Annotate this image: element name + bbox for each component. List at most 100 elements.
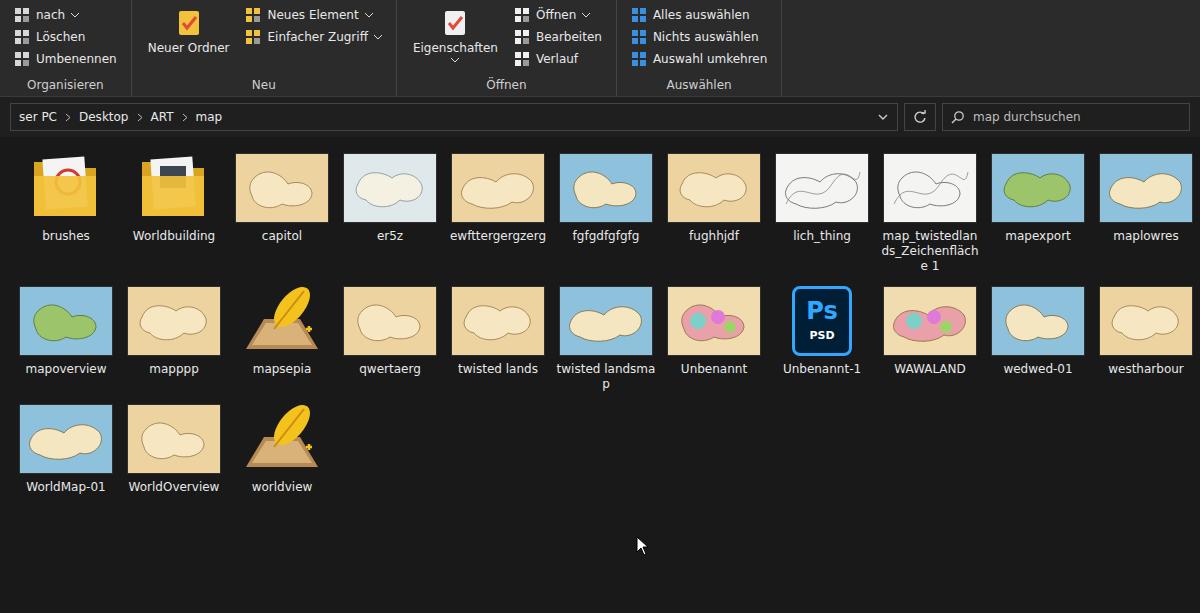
sketch-map-thumbnail xyxy=(776,154,868,222)
file-name: ewfttergergzerg xyxy=(448,229,548,244)
photoshop-file-icon: PsPSD xyxy=(792,286,852,356)
breadcrumb-item[interactable]: ART xyxy=(151,110,174,124)
ribbon-command-icon xyxy=(440,8,470,38)
ribbon-small-button[interactable]: Umbenennen xyxy=(12,50,119,68)
file-name: capitol xyxy=(232,229,332,244)
file-item[interactable]: brushes xyxy=(16,151,116,274)
ribbon-large-button[interactable]: Eigenschaften xyxy=(409,6,502,74)
ribbon-command-icon xyxy=(631,51,647,67)
file-grid: brushes Worldbuilding capitol er5z ewftterge… xyxy=(0,137,1200,509)
sepia-map-thumbnail xyxy=(128,287,220,355)
file-name: maplowres xyxy=(1096,229,1196,244)
search-icon xyxy=(951,110,965,124)
sepia-map-thumbnail xyxy=(128,405,220,473)
political-map-thumbnail xyxy=(668,287,760,355)
green-map-thumbnail xyxy=(20,287,112,355)
ribbon-command-icon xyxy=(245,29,261,45)
file-name: mapppp xyxy=(124,362,224,377)
file-item[interactable]: westharbour xyxy=(1096,284,1196,392)
breadcrumb-item[interactable]: Desktop xyxy=(79,110,129,124)
file-item[interactable]: WorldMap-01 xyxy=(16,402,116,495)
file-item[interactable]: mapoverview xyxy=(16,284,116,392)
ribbon-group: EigenschaftenÖffnenBearbeitenVerlaufÖffn… xyxy=(397,0,617,96)
ribbon-small-button[interactable]: nach xyxy=(12,6,119,24)
address-bar[interactable]: ser PC Desktop ART map xyxy=(10,103,898,131)
history-dropdown-icon[interactable] xyxy=(877,111,889,123)
search-field[interactable]: map durchsuchen xyxy=(942,103,1190,131)
ribbon-group: nach Löschen Umbenennen Organisieren xyxy=(0,0,132,96)
dropdown-caret-icon xyxy=(374,35,382,40)
file-name: mapoverview xyxy=(16,362,116,377)
ribbon-small-button[interactable]: Neues Element xyxy=(243,6,383,24)
file-item[interactable]: WAWALAND xyxy=(880,284,980,392)
file-item[interactable]: twisted landsmap xyxy=(556,284,656,392)
chevron-right-icon xyxy=(65,113,71,122)
file-item[interactable]: capitol xyxy=(232,151,332,274)
dropdown-caret-icon xyxy=(451,58,459,63)
ribbon-command-icon xyxy=(14,29,30,45)
file-item[interactable]: qwertaerg xyxy=(340,284,440,392)
file-name: brushes xyxy=(16,229,116,244)
file-item[interactable]: Worldbuilding xyxy=(124,151,224,274)
file-item[interactable]: fughhjdf xyxy=(664,151,764,274)
file-item[interactable]: mapppp xyxy=(124,284,224,392)
address-row: ser PC Desktop ART map map durchsuchen xyxy=(0,97,1200,137)
mouse-cursor-icon xyxy=(636,536,650,556)
file-name: mapsepia xyxy=(232,362,332,377)
file-item[interactable]: ewfttergergzerg xyxy=(448,151,548,274)
file-name: Unbenannt-1 xyxy=(772,362,872,377)
breadcrumb-item[interactable]: map xyxy=(196,110,223,124)
file-item[interactable]: wedwed-01 xyxy=(988,284,1088,392)
file-item[interactable]: mapexport xyxy=(988,151,1088,274)
ribbon-command-icon xyxy=(245,7,261,23)
ribbon-small-button[interactable]: Einfacher Zugriff xyxy=(243,28,383,46)
ribbon-large-button[interactable]: Neuer Ordner xyxy=(144,6,234,74)
ribbon-small-button[interactable]: Öffnen xyxy=(512,6,604,24)
file-explorer-window: nach Löschen Umbenennen Organisieren Neuer O… xyxy=(0,0,1200,613)
dropdown-caret-icon xyxy=(71,13,79,18)
file-name: WorldMap-01 xyxy=(16,480,116,495)
ribbon-small-button[interactable]: Alles auswählen xyxy=(629,6,769,24)
ribbon-group-label: Auswählen xyxy=(629,74,769,92)
file-name: lich_thing xyxy=(772,229,872,244)
file-name: Unbenannt xyxy=(664,362,764,377)
green-map-thumbnail xyxy=(992,154,1084,222)
ribbon-group-label: Neu xyxy=(144,74,384,92)
file-item[interactable]: worldview xyxy=(232,402,332,495)
ribbon-command-icon xyxy=(631,7,647,23)
ribbon-group: Neuer Ordner Neues Element Einfacher Zugri… xyxy=(132,0,397,96)
ribbon-command-icon xyxy=(514,7,530,23)
ribbon-command-icon xyxy=(514,29,530,45)
ribbon-small-button[interactable]: Verlauf xyxy=(512,50,604,68)
ribbon-small-button[interactable]: Nichts auswählen xyxy=(629,28,769,46)
file-item[interactable]: twisted lands xyxy=(448,284,548,392)
file-item[interactable]: lich_thing xyxy=(772,151,872,274)
file-item[interactable]: er5z xyxy=(340,151,440,274)
sepia-map-thumbnail xyxy=(452,287,544,355)
file-name: westharbour xyxy=(1096,362,1196,377)
file-name: twisted landsmap xyxy=(556,362,656,392)
ribbon-group-label: Organisieren xyxy=(12,74,119,92)
file-name: worldview xyxy=(232,480,332,495)
file-name: qwertaerg xyxy=(340,362,440,377)
feather-map-app-icon xyxy=(240,403,324,475)
breadcrumb-item[interactable]: ser PC xyxy=(19,110,57,124)
file-item[interactable]: WorldOverview xyxy=(124,402,224,495)
file-item[interactable]: Unbenannt xyxy=(664,284,764,392)
file-item[interactable]: fgfgdfgfgfg xyxy=(556,151,656,274)
file-item[interactable]: maplowres xyxy=(1096,151,1196,274)
file-name: WAWALAND xyxy=(880,362,980,377)
refresh-button[interactable] xyxy=(904,103,936,131)
file-name: Worldbuilding xyxy=(124,229,224,244)
sepia-map-thumbnail xyxy=(1100,287,1192,355)
ribbon-small-button[interactable]: Auswahl umkehren xyxy=(629,50,769,68)
file-item[interactable]: map_twistedlands_Zeichenfläche 1 xyxy=(880,151,980,274)
file-item[interactable]: PsPSD Unbenannt-1 xyxy=(772,284,872,392)
ribbon-small-button[interactable]: Löschen xyxy=(12,28,119,46)
ocean-map-thumbnail xyxy=(560,154,652,222)
feather-map-app-icon xyxy=(240,285,324,357)
ribbon-small-button[interactable]: Bearbeiten xyxy=(512,28,604,46)
file-item[interactable]: mapsepia xyxy=(232,284,332,392)
file-name: er5z xyxy=(340,229,440,244)
ribbon-group-label: Öffnen xyxy=(409,74,604,92)
